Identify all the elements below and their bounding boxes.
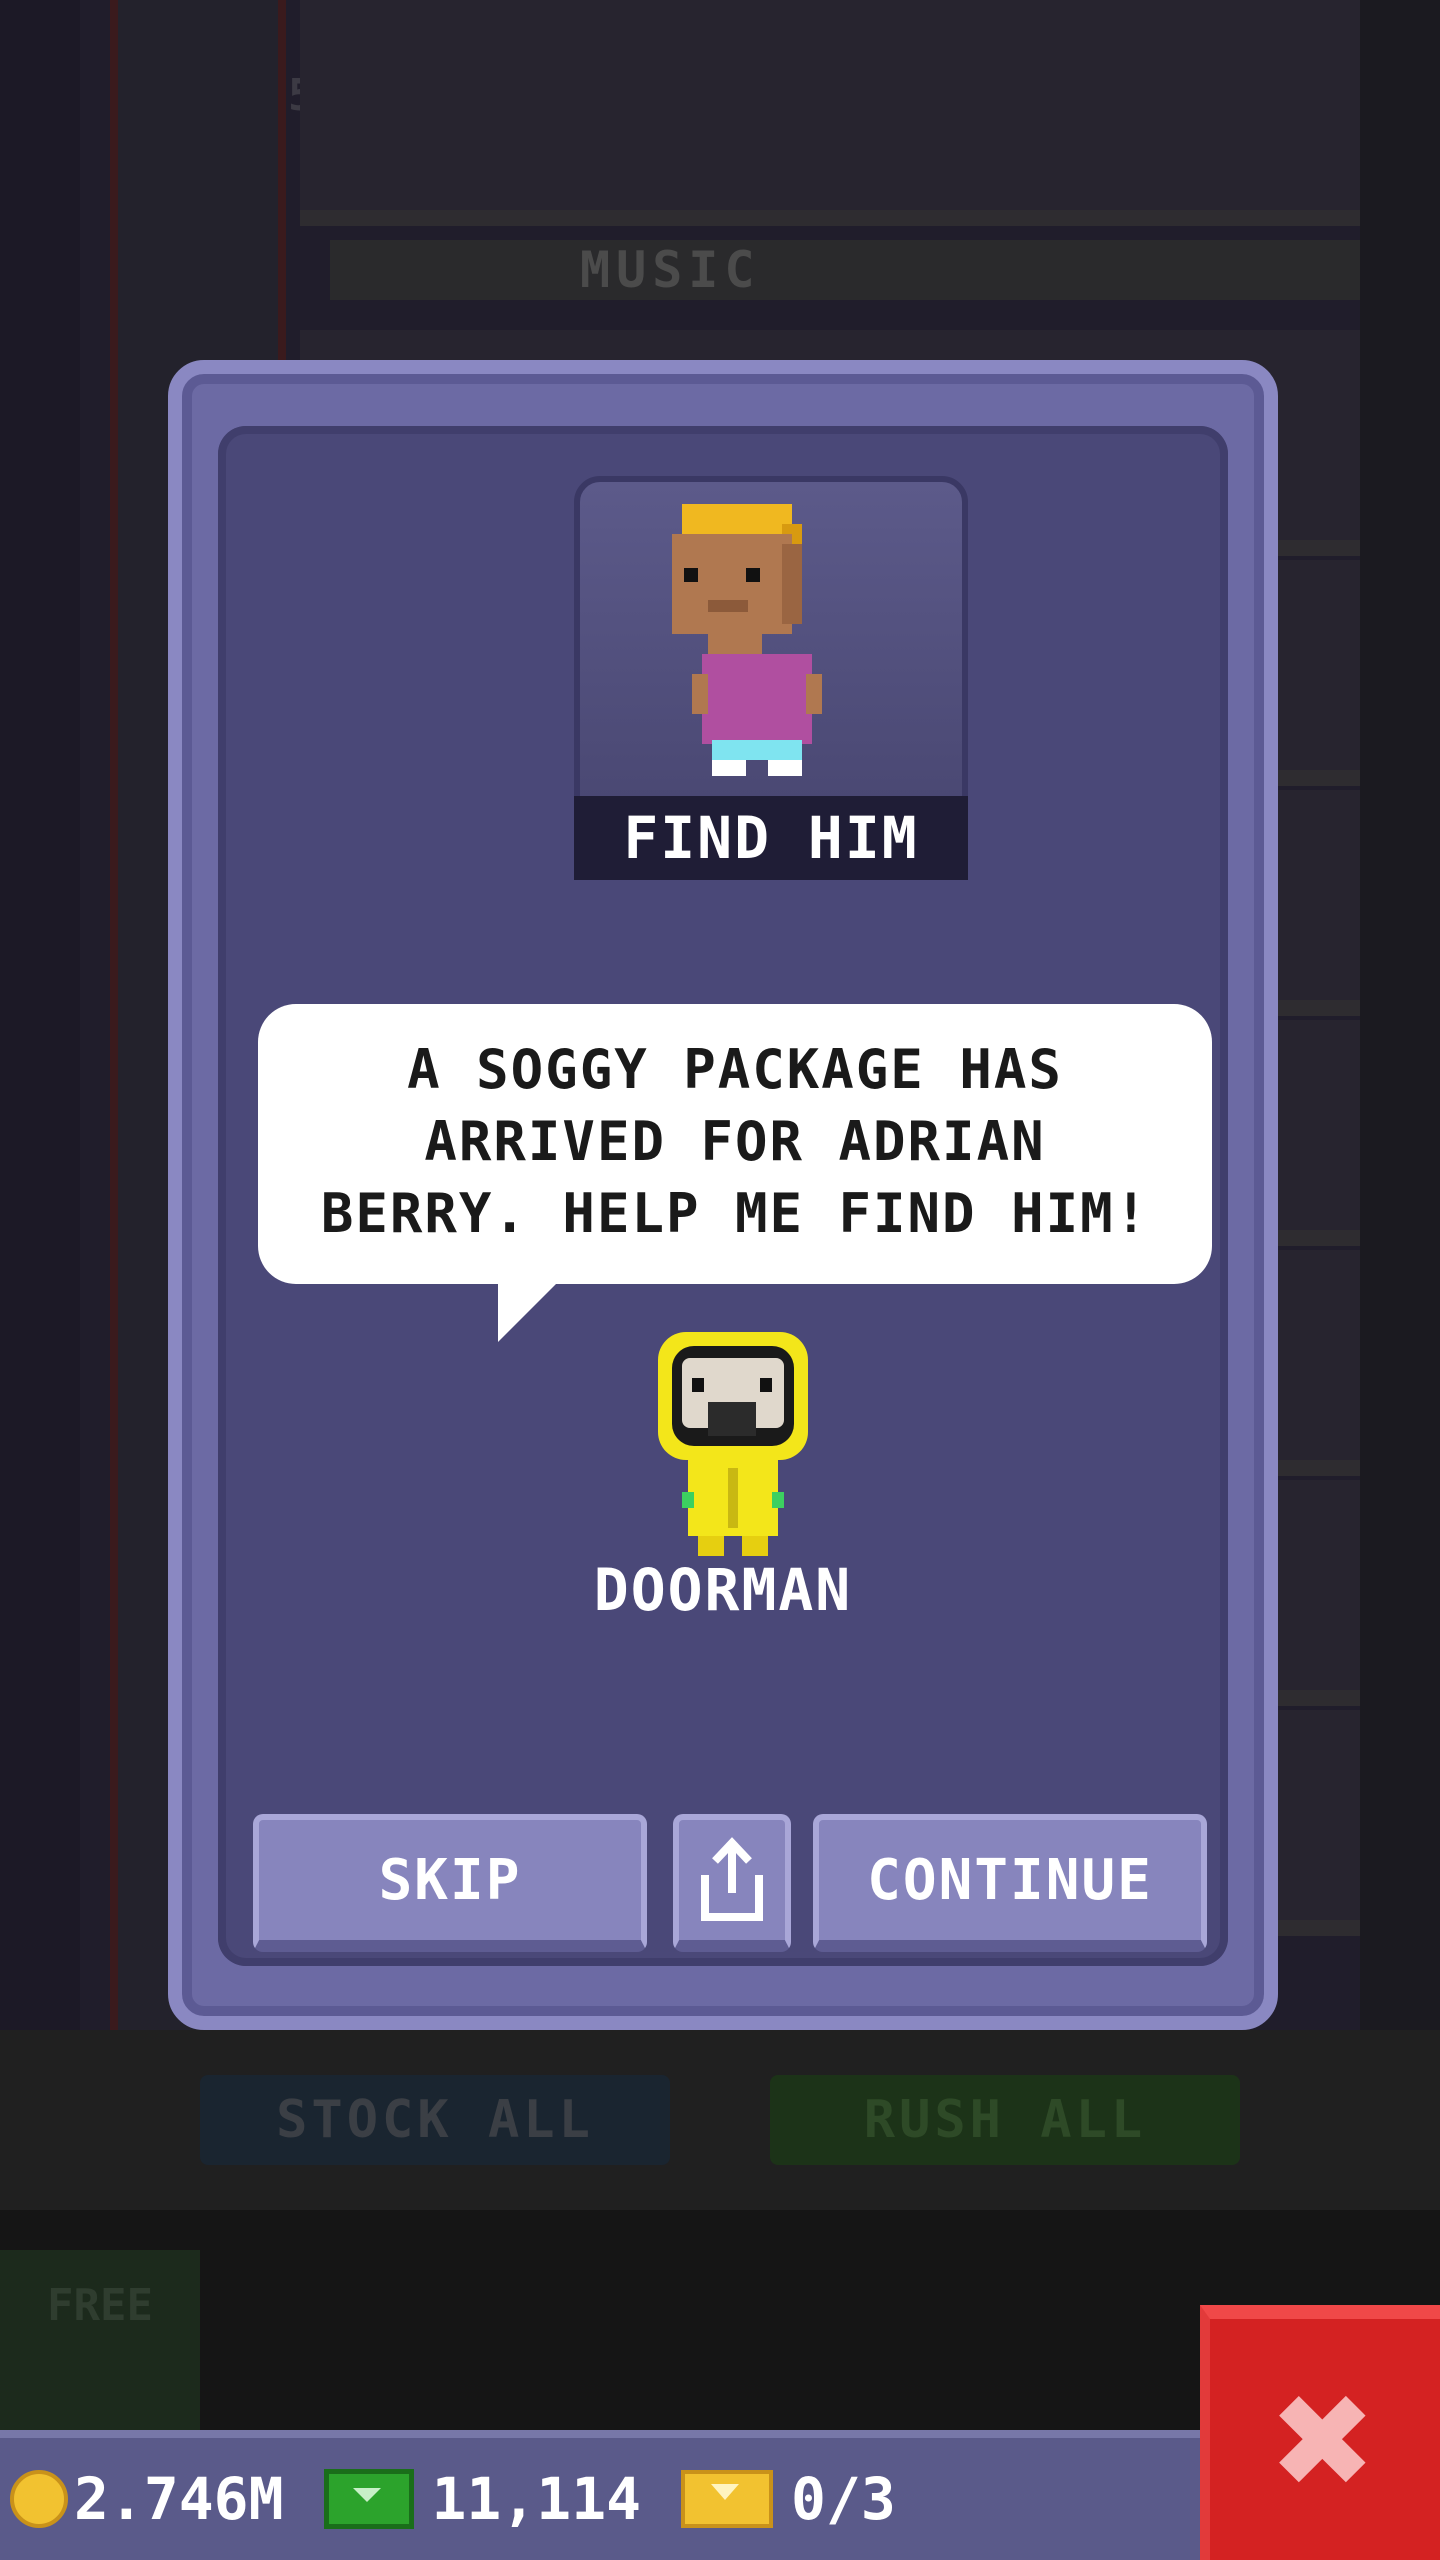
currency-bar: 2.746M 11,114 0/3 (0, 2430, 1200, 2560)
bux-value: 11,114 (431, 2465, 642, 2533)
free-badge: FREE (0, 2250, 200, 2430)
tickets-value: 0/3 (791, 2465, 896, 2533)
continue-button[interactable]: CONTINUE (813, 1814, 1207, 1952)
coins-stat[interactable]: 2.746M (10, 2465, 284, 2533)
skip-button[interactable]: SKIP (253, 1814, 647, 1952)
tickets-stat[interactable]: 0/3 (681, 2465, 896, 2533)
dialog-panel: FIND HIM A SOGGY PACKAGE HAS ARRIVED FOR… (218, 426, 1228, 1966)
bux-icon (323, 2469, 414, 2529)
coins-value: 2.746M (74, 2465, 284, 2533)
speech-bubble-tail (498, 1282, 558, 1342)
stock-all-button: STOCK ALL (200, 2075, 670, 2165)
speaker-name: DOORMAN (593, 1556, 853, 1624)
rush-all-button: RUSH ALL (770, 2075, 1240, 2165)
close-icon: ✖ (1273, 2340, 1377, 2539)
share-icon (697, 1837, 767, 1923)
coin-icon (10, 2470, 68, 2528)
speech-bubble: A SOGGY PACKAGE HAS ARRIVED FOR ADRIAN B… (258, 1004, 1212, 1284)
right-shaft (1360, 0, 1440, 2030)
bitizen-portrait-sprite (672, 504, 872, 804)
close-button[interactable]: ✖ (1200, 2305, 1440, 2560)
left-shaft (0, 0, 80, 2030)
bux-stat[interactable]: 11,114 (323, 2465, 642, 2533)
share-button[interactable] (673, 1814, 791, 1952)
mission-dialog: FIND HIM A SOGGY PACKAGE HAS ARRIVED FOR… (168, 360, 1278, 2030)
floor-label: MUSIC (330, 240, 1360, 300)
doorman-sprite (648, 1332, 818, 1562)
portrait-label: FIND HIM (574, 796, 968, 880)
ticket-icon (681, 2470, 774, 2528)
floor-room (300, 0, 1360, 226)
